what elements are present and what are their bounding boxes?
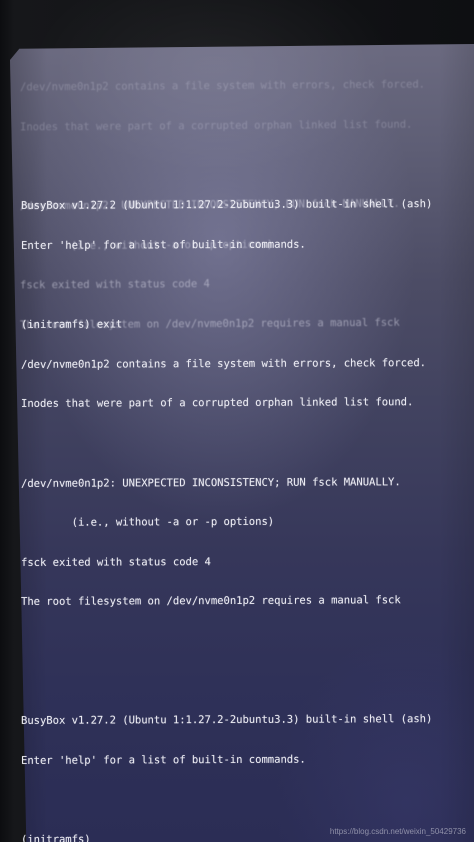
terminal-line: Inodes that were part of a corrupted orp… [21, 396, 414, 411]
terminal-line: /dev/nvme0n1p2 contains a file system wi… [21, 356, 426, 371]
terminal-line: BusyBox v1.27.2 (Ubuntu 1:1.27.2-2ubuntu… [21, 713, 433, 728]
terminal-line: Enter 'help' for a list of built-in comm… [21, 238, 306, 252]
terminal-line: fsck exited with status code 4 [21, 555, 211, 569]
terminal-output: BusyBox v1.27.2 (Ubuntu 1:1.27.2-2ubuntu… [21, 172, 432, 842]
terminal-line: BusyBox v1.27.2 (Ubuntu 1:1.27.2-2ubuntu… [21, 198, 433, 213]
terminal-line: The root filesystem on /dev/nvme0n1p2 re… [21, 594, 401, 609]
ghost-line: Inodes that were part of a corrupted orp… [20, 118, 413, 134]
terminal-line: (i.e., without -a or -p options) [21, 515, 275, 530]
watermark: https://blog.csdn.net/weixin_50429736 [329, 827, 466, 836]
terminal-line: (initramfs) exit [21, 318, 123, 332]
terminal-line: /dev/nvme0n1p2: UNEXPECTED INCONSISTENCY… [21, 475, 401, 490]
ghost-line: /dev/nvme0n1p2 contains a file system wi… [20, 78, 425, 94]
monitor-photo: /dev/nvme0n1p2 contains a file system wi… [0, 0, 474, 842]
shell-prompt: (initramfs) [21, 833, 97, 842]
terminal-line: Enter 'help' for a list of built-in comm… [21, 753, 306, 767]
